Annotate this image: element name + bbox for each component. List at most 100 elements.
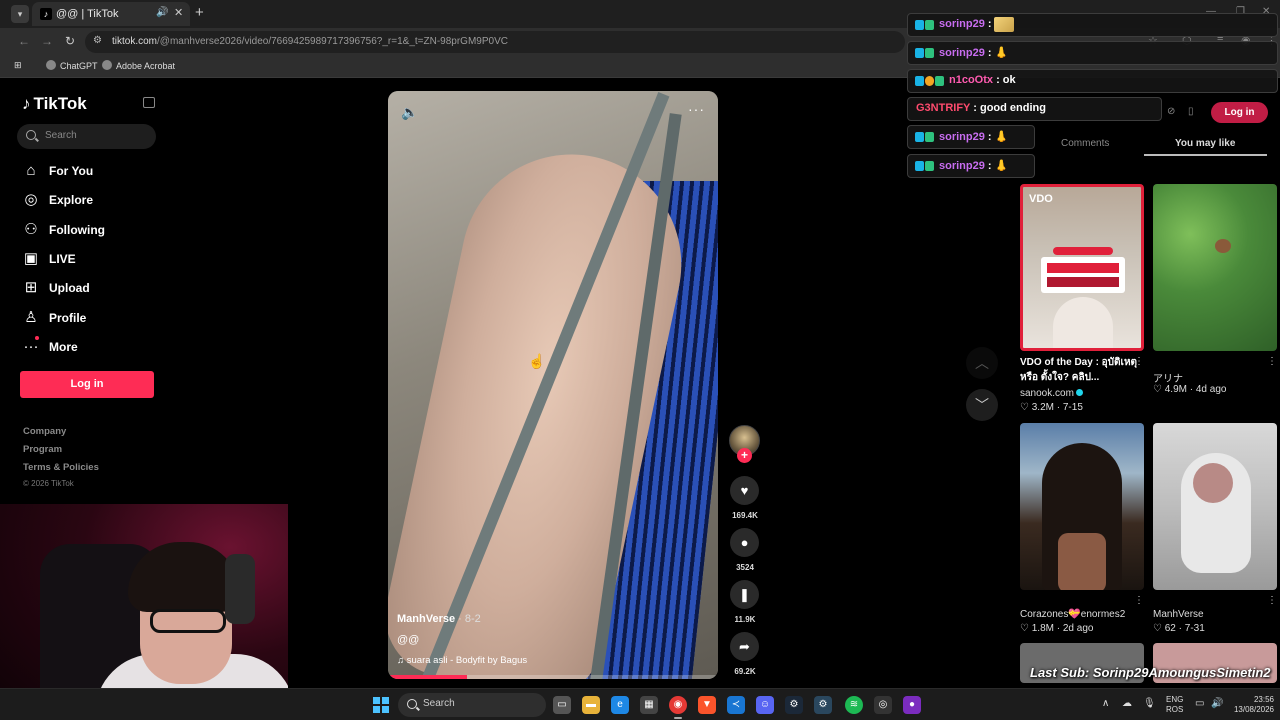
- video-more-options-icon[interactable]: ···: [688, 101, 705, 117]
- reload-icon[interactable]: ↻: [65, 34, 75, 48]
- music-note-icon: ♫: [397, 655, 405, 666]
- video-music[interactable]: ♫ suara asli - Bodyfit by Bagus: [397, 655, 527, 666]
- nav-for-you[interactable]: ⌂ For You: [22, 160, 162, 182]
- tab-comments[interactable]: Comments: [1061, 138, 1109, 149]
- chat-username: sorinp29 :: [939, 18, 992, 30]
- tab-search-dropdown-icon[interactable]: ▾: [11, 5, 29, 23]
- tray-chevron-icon[interactable]: ∧: [1102, 698, 1109, 709]
- footer-terms-link[interactable]: Terms & Policies: [23, 462, 99, 473]
- site-info-icon[interactable]: ⚙: [93, 35, 102, 46]
- nav-explore[interactable]: ◎ Explore: [22, 189, 162, 211]
- tiktok-logo[interactable]: ♪ TikTok: [22, 94, 87, 114]
- like-button[interactable]: ♥: [730, 476, 759, 505]
- tray-cloud-icon[interactable]: ☁: [1122, 698, 1132, 709]
- recommendation-thumbnail[interactable]: [1020, 423, 1144, 590]
- nav-following[interactable]: ⚇ Following: [22, 219, 162, 241]
- back-icon[interactable]: ←: [18, 34, 30, 48]
- search-icon: [407, 699, 417, 709]
- recommendation-thumbnail[interactable]: [1153, 423, 1277, 590]
- next-video-button[interactable]: ﹀: [966, 389, 998, 421]
- following-icon: ⚇: [24, 221, 38, 238]
- tiktok-note-icon: ♪: [22, 94, 31, 113]
- bookmark-chatgpt[interactable]: ChatGPT: [46, 60, 98, 71]
- share-button[interactable]: ➦: [730, 632, 759, 661]
- recommendation-more-icon[interactable]: ⋮: [1267, 595, 1277, 606]
- chat-badge-icon: [915, 20, 924, 30]
- chat-username: G3NTRIFY : good ending: [916, 102, 1046, 114]
- thumbnail-banner-line: [1047, 277, 1119, 287]
- comment-button[interactable]: ●: [730, 528, 759, 557]
- webcam-glasses: [150, 609, 226, 633]
- tray-mic-icon[interactable]: 🎙: [1143, 698, 1156, 709]
- recommendation-more-icon[interactable]: ⋮: [1267, 356, 1277, 367]
- new-tab-icon[interactable]: +: [195, 4, 204, 21]
- recommendation-thumbnail[interactable]: [1153, 184, 1277, 351]
- header-login-button[interactable]: Log in: [1211, 102, 1268, 123]
- tray-network-icon[interactable]: ▭: [1195, 698, 1204, 709]
- chrome-icon[interactable]: ◉: [669, 696, 687, 719]
- tab-close-icon[interactable]: ✕: [174, 6, 183, 19]
- recommendation-thumbnail[interactable]: VDO: [1020, 184, 1144, 351]
- language-indicator[interactable]: ENG ROS: [1166, 695, 1183, 715]
- recommendation-more-icon[interactable]: ⋮: [1134, 595, 1144, 606]
- windows-taskbar: Search ▭ ▬ e ▦ ◉ ▼ ≺ ☺ ⚙ ⚙ ≋ ◎ ● ∧ ☁ 🎙 E…: [0, 688, 1280, 720]
- taskbar-search[interactable]: Search: [398, 693, 546, 717]
- chat-badge-icon: [935, 76, 944, 86]
- thumbnail-face: [1193, 463, 1233, 503]
- windows-start-icon[interactable]: [373, 697, 389, 713]
- save-button[interactable]: ❚: [730, 580, 759, 609]
- collapse-sidebar-icon[interactable]: [143, 97, 155, 108]
- vscode-icon[interactable]: ≺: [727, 696, 745, 714]
- panel-device-icon[interactable]: ▯: [1188, 106, 1194, 117]
- recommendation-author[interactable]: sanook.com: [1020, 388, 1083, 399]
- bookmark-adobe-acrobat[interactable]: Adobe Acrobat: [102, 60, 175, 71]
- address-bar[interactable]: ⚙ tiktok.com/@manhverse2026/video/766942…: [85, 31, 905, 53]
- volume-icon[interactable]: 🔈: [401, 104, 418, 121]
- steam-icon[interactable]: ⚙: [785, 696, 803, 714]
- chat-badge-icon: [925, 76, 934, 86]
- file-explorer-icon[interactable]: ▬: [582, 696, 600, 714]
- video-player[interactable]: 🔈 ··· ManhVerse · 8-2 @@ ♫ suara asli - …: [388, 91, 718, 679]
- recommendation-author[interactable]: Corazones💝enormes2: [1020, 609, 1125, 620]
- nav-upload[interactable]: ⊞ Upload: [22, 277, 162, 299]
- thumbnail-squirrel: [1215, 239, 1231, 253]
- recommendation-author[interactable]: ManhVerse: [1153, 609, 1204, 620]
- browser-tab-tiktok[interactable]: ♪ @@ | TikTok 🔊 ✕: [32, 2, 190, 26]
- chevron-up-icon: ︿: [975, 355, 989, 371]
- sidebar-login-button[interactable]: Log in: [20, 371, 154, 398]
- share-arrow-icon: ➦: [739, 639, 750, 654]
- brave-icon[interactable]: ▼: [698, 696, 716, 714]
- discord-icon[interactable]: ☺: [756, 696, 774, 714]
- recommendation-more-icon[interactable]: ⋮: [1134, 356, 1144, 367]
- search-input[interactable]: Search: [17, 124, 156, 149]
- search-icon: [26, 130, 36, 140]
- previous-video-button[interactable]: ︿: [966, 347, 998, 379]
- footer-company-link[interactable]: Company: [23, 426, 66, 437]
- video-progress-bar[interactable]: [388, 675, 718, 679]
- panel-settings-icon[interactable]: ⊘: [1167, 106, 1175, 117]
- footer-program-link[interactable]: Program: [23, 444, 62, 455]
- nav-profile[interactable]: ♙ Profile: [22, 307, 162, 329]
- obs-icon[interactable]: ●: [903, 696, 921, 714]
- github-icon[interactable]: ◎: [874, 696, 892, 714]
- task-view-icon[interactable]: ▭: [553, 696, 571, 714]
- tab-you-may-like[interactable]: You may like: [1175, 138, 1235, 149]
- video-author[interactable]: ManhVerse · 8-2: [397, 613, 481, 625]
- recommendation-author[interactable]: アリナ: [1153, 370, 1183, 385]
- tray-volume-icon[interactable]: 🔊: [1211, 698, 1223, 709]
- recommendation-title[interactable]: VDO of the Day : อุบัติเหตุ หรือ ตั้งใจ?…: [1020, 355, 1144, 385]
- nav-live[interactable]: ▣ LIVE: [22, 248, 162, 270]
- spotify-icon[interactable]: ≋: [845, 696, 863, 714]
- edge-icon[interactable]: e: [611, 696, 629, 714]
- system-clock[interactable]: 23:56 13/08/2026: [1228, 695, 1274, 715]
- share-count: 69.2K: [734, 667, 756, 676]
- like-count: 169.4K: [732, 511, 758, 520]
- recommendation-stats: ♡ 4.9M · 4d ago: [1153, 384, 1227, 395]
- forward-icon[interactable]: →: [41, 34, 53, 48]
- nav-more[interactable]: ··· More: [22, 336, 162, 358]
- follow-plus-icon[interactable]: +: [737, 448, 752, 463]
- store-icon[interactable]: ▦: [640, 696, 658, 714]
- tab-audio-icon[interactable]: 🔊: [156, 7, 168, 18]
- apps-grid-icon[interactable]: ⊞: [14, 60, 22, 71]
- steam-alt-icon[interactable]: ⚙: [814, 696, 832, 714]
